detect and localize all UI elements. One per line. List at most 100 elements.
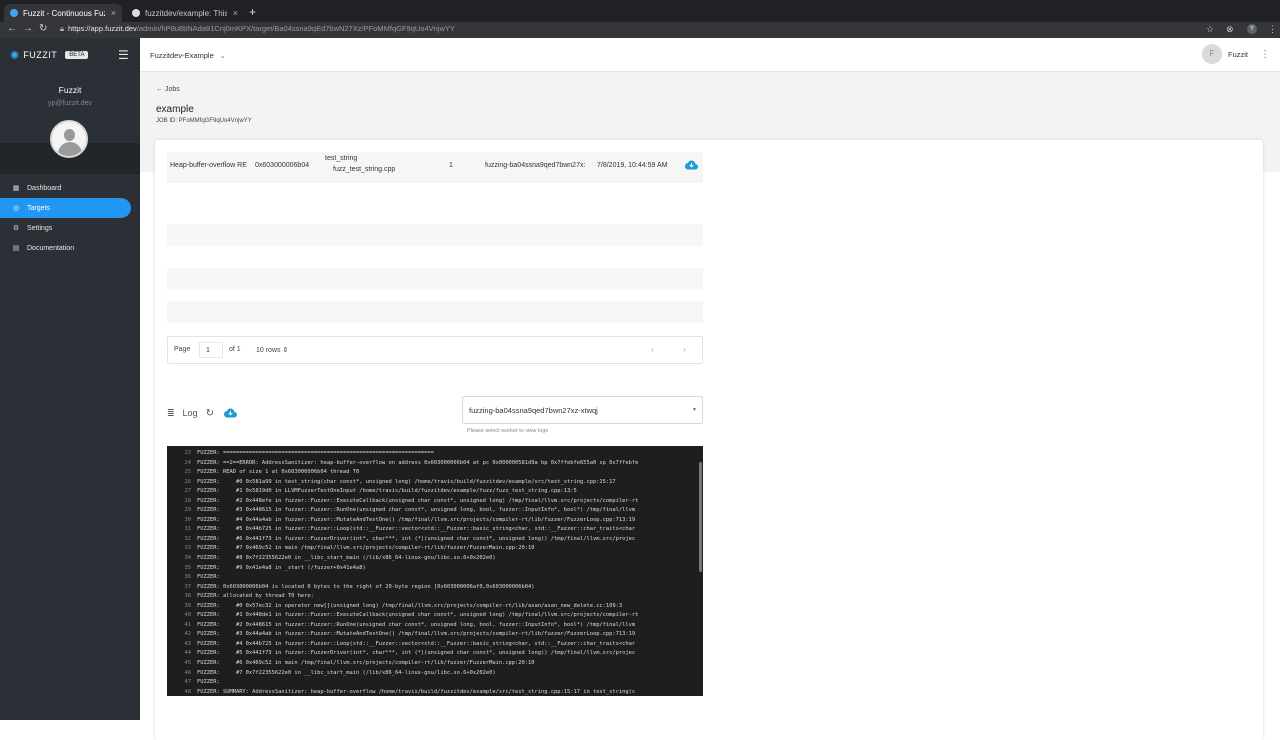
brand-name: FUZZIT (23, 50, 58, 60)
worker-select[interactable]: fuzzing-ba04ssna9qed7bwn27xz-xtwqj ▼ (462, 396, 703, 424)
avatar-body (58, 142, 82, 156)
line-number: 28 (184, 497, 192, 504)
empty-table-row (167, 246, 703, 268)
sidebar-item-dashboard[interactable]: ▦ Dashboard (0, 178, 140, 198)
job-id: JOB ID: PFoMMfqGF9qUo4VnjwYY (156, 118, 252, 124)
list-icon: ≣ (167, 407, 175, 418)
page-number-input[interactable]: 1 (199, 342, 223, 358)
line-text: FUZZER: #3 0x44a4ab in fuzzer::Fuzzer::M… (197, 631, 636, 638)
sidebar-item-label: Dashboard (27, 184, 62, 192)
line-number: 43 (184, 640, 192, 647)
sidebar-item-targets[interactable]: ◎ Targets (0, 198, 131, 218)
back-to-jobs-link[interactable]: ← Jobs (156, 86, 180, 93)
terminal-scrollbar[interactable] (699, 462, 702, 572)
org-switcher[interactable]: Fuzzitdev-Example ⌄ (150, 51, 226, 60)
browser-tab-bar: Fuzzit - Continuous Fuzzing M × fuzzitde… (0, 0, 1280, 22)
log-line: 24 FUZZER: ==2==ERROR: AddressSanitizer: … (167, 460, 703, 470)
book-icon: ▤ (12, 245, 20, 252)
sidebar-item-label: Settings (27, 224, 53, 232)
cloud-download-icon[interactable] (685, 160, 698, 170)
cloud-download-icon[interactable] (223, 408, 237, 418)
line-number: 36 (184, 574, 192, 581)
tab-title: fuzzitdev/example: This is an e (145, 8, 227, 18)
browser-tab-github[interactable]: fuzzitdev/example: This is an e × (126, 4, 244, 22)
refresh-icon[interactable]: ↻ (206, 408, 214, 419)
line-number: 30 (184, 516, 192, 523)
user-menu[interactable]: F Fuzzit ⋮ (1201, 44, 1270, 64)
line-text: FUZZER: ================================… (197, 450, 434, 456)
chevron-left-icon[interactable]: ‹ (651, 344, 654, 354)
line-number: 45 (184, 660, 192, 667)
line-number: 23 (184, 450, 192, 456)
more-vert-icon[interactable]: ⋮ (1260, 49, 1270, 60)
brand[interactable]: ✺ FUZZIT BETA (10, 48, 89, 62)
url-field[interactable]: 🔒︎ https://app.fuzzit.dev/admin/hP8u8bNAd… (60, 24, 455, 34)
log-line: 47 FUZZER: (167, 679, 703, 689)
line-text: FUZZER: #5 0x44b725 in fuzzer::Fuzzer::L… (197, 526, 636, 533)
back-arrow-icon[interactable]: ← (7, 23, 17, 34)
line-text: FUZZER: READ of size 1 at 0x603000006b04… (197, 469, 360, 476)
github-favicon-icon (132, 9, 140, 17)
log-line: 29 FUZZER: #3 0x448615 in fuzzer::Fuzzer:… (167, 507, 703, 517)
rows-per-page-select[interactable]: 10 rows ⇕ (256, 346, 288, 354)
sidebar: ✺ FUZZIT BETA ☰ Fuzzit yp@fuzzit.dev ▦ D… (0, 38, 140, 720)
user-avatar: F (1201, 44, 1222, 64)
chevron-right-icon[interactable]: › (683, 344, 686, 354)
line-text: FUZZER: #8 0x7f22355622e0 in __libc_star… (197, 555, 496, 562)
line-text: FUZZER: #6 0x441f73 in fuzzer::FuzzerDri… (197, 535, 636, 542)
log-line: 40 FUZZER: #1 0x448de1 in fuzzer::Fuzzer:… (167, 612, 703, 622)
line-number: 48 (184, 688, 192, 695)
log-line: 23 FUZZER: ==============================… (167, 450, 703, 460)
url-host: https://app.fuzzit.dev (68, 24, 137, 33)
line-text: FUZZER: #1 0x5819d0 in LLVMFuzzerTestOne… (197, 488, 577, 495)
close-icon[interactable]: × (233, 8, 238, 18)
avatar-head (64, 129, 75, 141)
sidebar-item-label: Targets (27, 204, 50, 212)
sidebar-item-documentation[interactable]: ▤ Documentation (0, 238, 140, 258)
extension-icon[interactable]: ⊗ (1226, 24, 1234, 35)
line-text: FUZZER: (197, 574, 220, 581)
browser-menu-icon[interactable]: ⋮ (1268, 24, 1277, 35)
log-terminal[interactable]: 23 FUZZER: ==============================… (167, 446, 703, 696)
line-number: 24 (184, 459, 192, 466)
reload-icon[interactable]: ↻ (39, 23, 47, 34)
pagination: Page 1 of 1 10 rows ⇕ ‹ › (167, 336, 703, 364)
page-title: example (156, 104, 194, 115)
forward-arrow-icon[interactable]: → (23, 23, 33, 34)
line-text: FUZZER: #5 0x441f73 in fuzzer::FuzzerDri… (197, 650, 636, 657)
crash-function: test_string (325, 155, 358, 162)
crash-file: fuzz_test_string.cpp (333, 166, 396, 173)
address-bar: ← → ↻ 🔒︎ https://app.fuzzit.dev/admin/hP8… (0, 22, 1280, 38)
log-line: 30 FUZZER: #4 0x44a4ab in fuzzer::Fuzzer:… (167, 517, 703, 527)
empty-table-row (167, 268, 703, 290)
line-number: 37 (184, 583, 192, 590)
line-number: 38 (184, 593, 192, 600)
browser-tab-fuzzit[interactable]: Fuzzit - Continuous Fuzzing M × (4, 4, 122, 22)
line-text: FUZZER: SUMMARY: AddressSanitizer: heap-… (197, 688, 636, 695)
profile-avatar[interactable]: Y (1247, 24, 1257, 34)
log-line: 48 FUZZER: SUMMARY: AddressSanitizer: hea… (167, 689, 703, 696)
log-line: 28 FUZZER: #2 0x448efe in fuzzer::Fuzzer:… (167, 498, 703, 508)
profile-name: Fuzzit (58, 85, 82, 95)
top-bar: Fuzzitdev-Example ⌄ F Fuzzit ⋮ (140, 38, 1280, 72)
sidebar-item-settings[interactable]: ⚙ Settings (0, 218, 140, 238)
line-text: FUZZER: #0 0x57ec32 in operator new[](un… (197, 602, 623, 609)
fuzzit-logo-icon: ✺ (10, 49, 20, 62)
page-total: of 1 (229, 346, 241, 353)
log-line: 31 FUZZER: #5 0x44b725 in fuzzer::Fuzzer:… (167, 526, 703, 536)
star-icon[interactable]: ☆ (1206, 24, 1214, 35)
hamburger-menu-icon[interactable]: ☰ (118, 48, 129, 62)
table-row[interactable]: Heap-buffer-overflow RE 0x603000006b04 t… (167, 152, 703, 182)
empty-table-row (167, 224, 703, 246)
sidebar-item-label: Documentation (27, 244, 75, 252)
close-icon[interactable]: × (111, 8, 116, 18)
new-tab-icon[interactable]: + (249, 5, 256, 19)
line-text: FUZZER: #7 0x469c52 in main /tmp/final/l… (197, 545, 535, 552)
line-text: FUZZER: #9 0x41e4a8 in _start (/fuzzer+0… (197, 564, 366, 571)
line-number: 25 (184, 469, 192, 476)
fuzzit-favicon-icon (10, 9, 18, 17)
line-number: 46 (184, 669, 192, 676)
line-text: FUZZER: #7 0x7f22355622e0 in __libc_star… (197, 669, 496, 676)
line-number: 40 (184, 612, 192, 619)
line-text: FUZZER: #4 0x44a4ab in fuzzer::Fuzzer::M… (197, 516, 636, 523)
